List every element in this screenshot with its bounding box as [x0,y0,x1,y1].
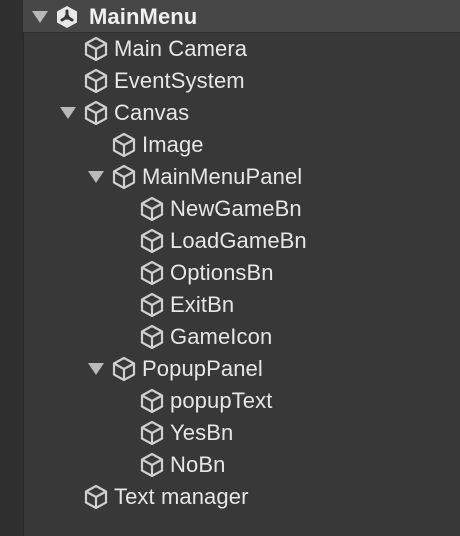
gameobject-cube-icon [84,68,108,94]
scene-name-label: MainMenu [89,4,198,29]
item-label: ExitBn [170,292,235,317]
gameobject-cube-icon [140,452,164,478]
hierarchy-item-nobn[interactable]: NoBn [138,449,225,481]
expand-arrow-icon[interactable] [88,171,104,183]
hierarchy-item-popuptext[interactable]: popupText [138,385,272,417]
expand-arrow-icon[interactable] [32,11,48,23]
hierarchy-item-yesbn[interactable]: YesBn [138,417,233,449]
item-label: OptionsBn [170,260,274,285]
item-label: EventSystem [114,68,245,93]
gameobject-cube-icon [140,228,164,254]
item-label: NewGameBn [170,196,302,221]
hierarchy-item-gameicon[interactable]: GameIcon [138,321,272,353]
hierarchy-item-newgamebn[interactable]: NewGameBn [138,193,302,225]
gameobject-cube-icon [112,132,136,158]
item-label: PopupPanel [142,356,263,381]
gameobject-cube-icon [140,420,164,446]
item-label: Image [142,132,204,157]
hierarchy-item-main-camera[interactable]: Main Camera [82,33,247,65]
hierarchy-item-canvas[interactable]: Canvas [60,97,189,129]
item-label: popupText [170,388,273,413]
scene-row-mainmenu[interactable]: MainMenu [32,1,197,33]
hierarchy-item-eventsystem[interactable]: EventSystem [82,65,245,97]
expand-arrow-icon[interactable] [88,363,104,375]
gameobject-cube-icon [140,324,164,350]
gameobject-cube-icon [84,100,108,126]
item-label: NoBn [170,452,226,477]
hierarchy-item-optionsbn[interactable]: OptionsBn [138,257,274,289]
item-label: Canvas [114,100,190,125]
hierarchy-item-exitbn[interactable]: ExitBn [138,289,234,321]
unity-logo-icon [57,6,77,28]
gameobject-cube-icon [84,36,108,62]
item-label: Text manager [114,484,249,509]
expand-arrow-icon[interactable] [60,107,76,119]
gameobject-cube-icon [84,484,108,510]
gameobject-cube-icon [140,388,164,414]
gameobject-cube-icon [112,356,136,382]
hierarchy-item-mainmenupanel[interactable]: MainMenuPanel [88,161,302,193]
item-label: GameIcon [170,324,273,349]
hierarchy-item-popuppanel[interactable]: PopupPanel [88,353,263,385]
hierarchy-item-loadgamebn[interactable]: LoadGameBn [138,225,307,257]
gameobject-cube-icon [140,196,164,222]
gameobject-cube-icon [112,164,136,190]
hierarchy-panel: MainMenu Main Camera EventSystem Canvas … [0,0,460,536]
item-label: YesBn [170,420,234,445]
item-label: MainMenuPanel [142,164,303,189]
hierarchy-gutter [0,0,24,536]
hierarchy-item-image[interactable]: Image [110,129,204,161]
hierarchy-item-text-manager[interactable]: Text manager [82,481,249,513]
item-label: LoadGameBn [170,228,307,253]
gameobject-cube-icon [140,260,164,286]
gameobject-cube-icon [140,292,164,318]
item-label: Main Camera [114,36,248,61]
